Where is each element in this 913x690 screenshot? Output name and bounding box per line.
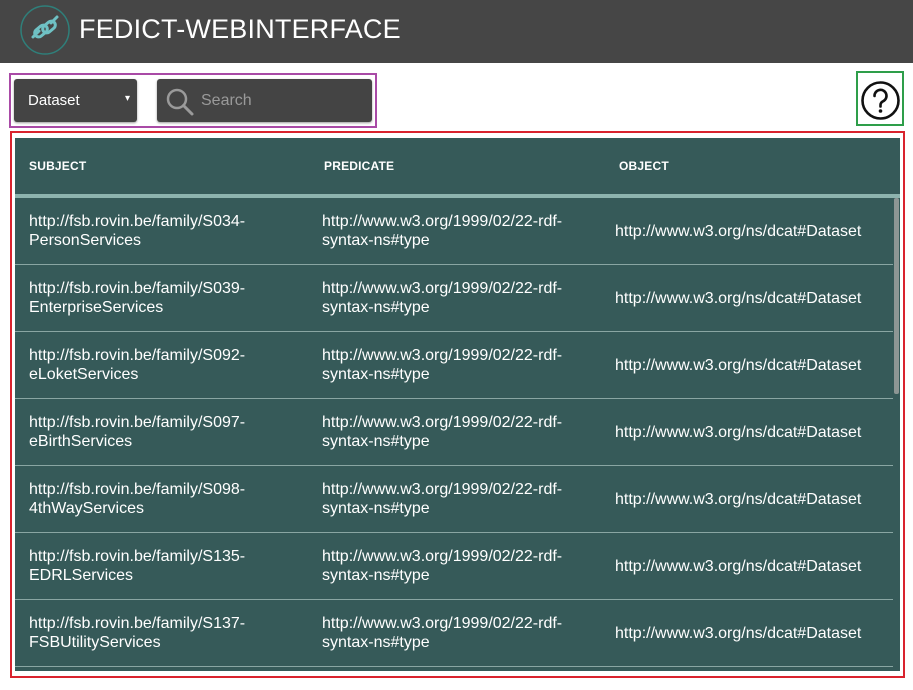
search-input[interactable]: [199, 88, 368, 114]
type-select[interactable]: Dataset ▾: [14, 79, 137, 122]
predicate-cell: http://www.w3.org/1999/02/22-rdf-syntax-…: [322, 213, 563, 249]
object-cell: http://www.w3.org/ns/dcat#Dataset: [615, 490, 862, 508]
chevron-down-icon: ▾: [124, 93, 130, 104]
predicate-cell: http://www.w3.org/1999/02/22-rdf-syntax-…: [322, 414, 563, 450]
column-header-subject[interactable]: SUBJECT: [29, 159, 86, 173]
table-row[interactable]: http://fsb.rovin.be/family/S098-4thWaySe…: [15, 466, 893, 533]
object-cell: http://www.w3.org/ns/dcat#Dataset: [615, 557, 862, 575]
triples-table: SUBJECT PREDICATE OBJECT http://fsb.rovi…: [15, 138, 900, 671]
subject-cell: http://fsb.rovin.be/family/S135-EDRLServ…: [29, 548, 246, 584]
subject-cell: http://fsb.rovin.be/family/S092-eLoketSe…: [29, 347, 246, 383]
object-cell: http://www.w3.org/ns/dcat#Dataset: [615, 289, 862, 307]
search-box[interactable]: [157, 79, 372, 122]
table-scrollbar[interactable]: [894, 198, 899, 671]
table-row[interactable]: http://fsb.rovin.be/family/S039-Enterpri…: [15, 265, 893, 332]
table-body: http://fsb.rovin.be/family/S034-PersonSe…: [15, 198, 893, 671]
predicate-cell: http://www.w3.org/1999/02/22-rdf-syntax-…: [322, 280, 563, 316]
object-cell: http://www.w3.org/ns/dcat#Dataset: [615, 356, 862, 374]
subject-cell: http://fsb.rovin.be/family/S098-4thWaySe…: [29, 481, 246, 517]
predicate-cell: http://www.w3.org/1999/02/22-rdf-syntax-…: [322, 347, 563, 383]
subject-cell: http://fsb.rovin.be/family/S137-FSBUtili…: [29, 615, 246, 651]
app-title: FEDICT-WEBINTERFACE: [79, 14, 401, 44]
app-header: FEDICT-WEBINTERFACE: [0, 0, 913, 63]
object-cell: http://www.w3.org/ns/dcat#Dataset: [615, 423, 862, 441]
table-row[interactable]: http://fsb.rovin.be/family/S092-eLoketSe…: [15, 332, 893, 399]
subject-cell: http://fsb.rovin.be/family/S039-Enterpri…: [29, 280, 246, 316]
predicate-cell: http://www.w3.org/1999/02/22-rdf-syntax-…: [322, 481, 563, 517]
predicate-cell: http://www.w3.org/1999/02/22-rdf-syntax-…: [322, 548, 563, 584]
table-row[interactable]: http://fsb.rovin.be/family/S137-FSBUtili…: [15, 600, 893, 667]
search-icon: [166, 88, 194, 116]
predicate-cell: http://www.w3.org/1999/02/22-rdf-syntax-…: [322, 615, 563, 651]
type-select-value: Dataset: [28, 92, 80, 109]
table-row[interactable]: http://fsb.rovin.be/family/S034-PersonSe…: [15, 198, 893, 265]
subject-cell: http://fsb.rovin.be/family/S034-PersonSe…: [29, 213, 246, 249]
question-mark-circle-icon[interactable]: [860, 80, 901, 121]
chain-link-icon: [20, 5, 70, 55]
object-cell: http://www.w3.org/ns/dcat#Dataset: [615, 624, 862, 642]
column-header-object[interactable]: OBJECT: [619, 159, 669, 173]
table-row[interactable]: http://fsb.rovin.be/family/S135-EDRLServ…: [15, 533, 893, 600]
object-cell: http://www.w3.org/ns/dcat#Dataset: [615, 222, 862, 240]
table-row[interactable]: http://fsb.rovin.be/family/S097-eBirthSe…: [15, 399, 893, 466]
subject-cell: http://fsb.rovin.be/family/S097-eBirthSe…: [29, 414, 246, 450]
scrollbar-thumb[interactable]: [894, 198, 899, 394]
table-header: SUBJECT PREDICATE OBJECT: [15, 138, 900, 198]
column-header-predicate[interactable]: PREDICATE: [324, 159, 394, 173]
